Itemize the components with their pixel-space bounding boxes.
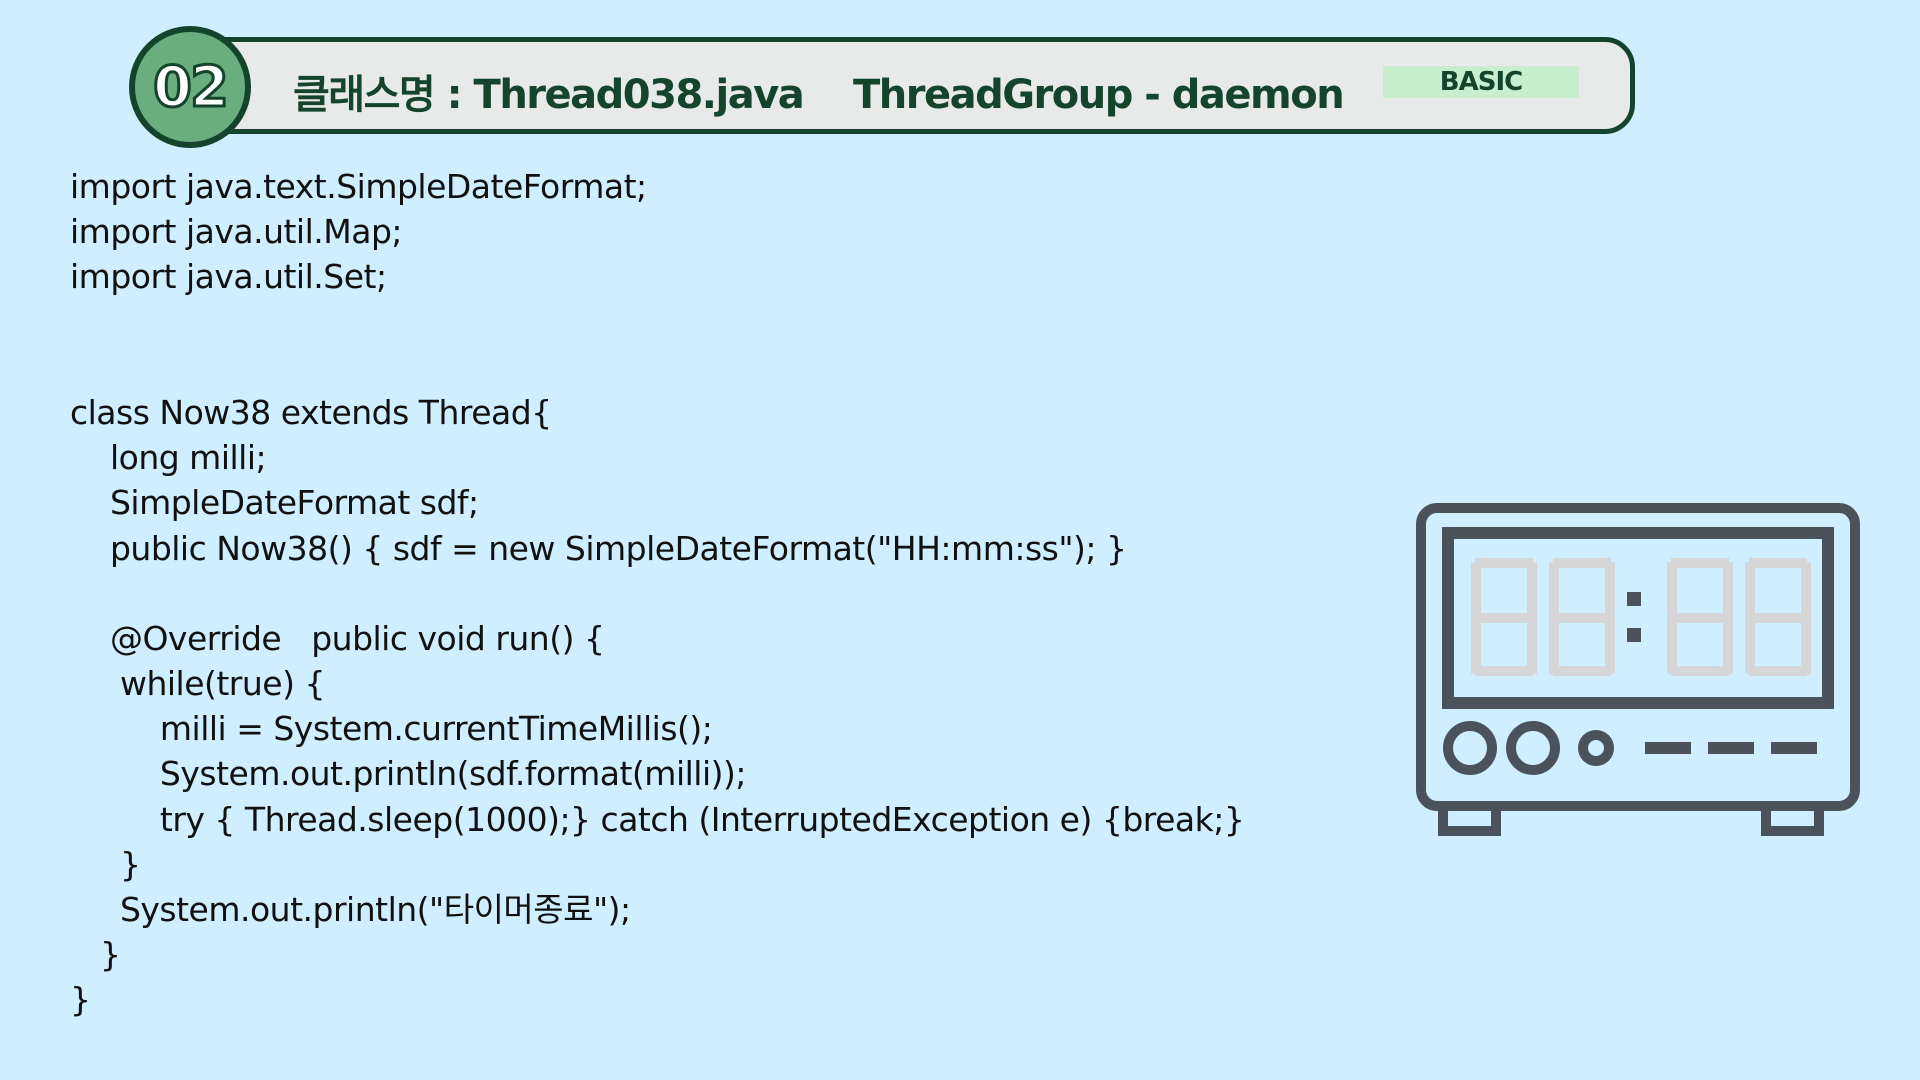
code-line: import java.util.Map; — [70, 212, 403, 252]
code-line: try { Thread.sleep(1000);} catch (Interr… — [70, 799, 1245, 839]
code-line: } — [70, 935, 121, 975]
code-line: import java.util.Set; — [70, 257, 387, 297]
code-line: System.out.println(sdf.format(milli)); — [70, 754, 747, 794]
code-line: } — [70, 844, 141, 884]
page-title: 클래스명 : Thread038.java ThreadGroup - daem… — [293, 72, 1345, 118]
code-line: } — [70, 980, 91, 1020]
code-line: public Now38() { sdf = new SimpleDateFor… — [70, 528, 1127, 568]
code-line: @Override public void run() { — [70, 618, 605, 658]
code-line: SimpleDateFormat sdf; — [70, 483, 479, 523]
clock-colon — [1627, 592, 1641, 642]
code-line: import java.text.SimpleDateFormat; — [70, 167, 647, 206]
code-line: while(true) { — [70, 664, 326, 704]
code-block: import java.text.SimpleDateFormat; import… — [70, 164, 1245, 1023]
code-line: long milli; — [70, 438, 267, 478]
section-number-badge: 02 — [129, 26, 251, 148]
section-number: 02 — [152, 53, 231, 121]
clock-digits — [1471, 558, 1811, 676]
code-line: class Now38 extends Thread{ — [70, 392, 552, 432]
code-line: System.out.println("타이머종료"); — [70, 890, 631, 929]
level-tag: BASIC — [1383, 66, 1579, 98]
code-line: milli = System.currentTimeMillis(); — [70, 709, 713, 749]
clock-dashes — [1645, 742, 1817, 754]
clock-buttons — [1443, 721, 1614, 775]
digital-clock-icon — [1416, 503, 1860, 836]
